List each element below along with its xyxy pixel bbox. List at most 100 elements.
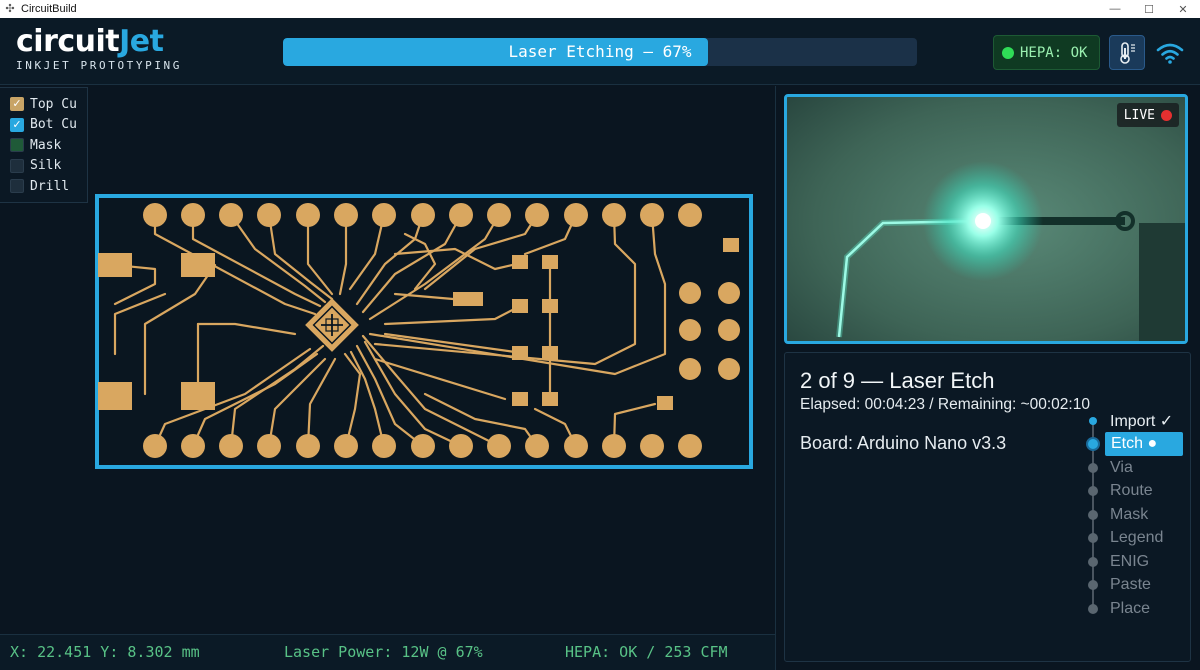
layer-checkbox[interactable] xyxy=(10,179,24,194)
smd-pad xyxy=(453,292,483,306)
step-label: Etch ● xyxy=(1105,432,1183,456)
live-badge: LIVE xyxy=(1116,103,1179,127)
header-pad xyxy=(640,203,664,227)
icsp-pad xyxy=(679,319,701,341)
panel-divider xyxy=(775,86,776,670)
header-pad xyxy=(372,203,396,227)
header-pad xyxy=(296,203,320,227)
layers-panel: ✓ Top Cu ✓ Bot Cu Mask Silk Drill xyxy=(0,87,88,203)
header-pad xyxy=(487,434,511,458)
smd-pad xyxy=(512,255,528,269)
smd-pad xyxy=(542,392,558,406)
pcb-board[interactable] xyxy=(95,194,753,469)
smd-pad xyxy=(181,382,215,410)
header-pad xyxy=(602,434,626,458)
camera-image xyxy=(787,97,1185,341)
smd-pad xyxy=(98,253,132,277)
layer-toggle-silk[interactable]: Silk xyxy=(10,156,87,177)
layer-label: Top Cu xyxy=(30,96,77,112)
layer-toggle-drill[interactable]: Drill xyxy=(10,176,87,197)
app-icon: ✣ xyxy=(5,3,15,15)
thermometer-icon xyxy=(1120,41,1135,64)
logo: circuitJet INKJET PROTOTYPING xyxy=(16,26,196,73)
layer-toggle-mask[interactable]: Mask xyxy=(10,135,87,156)
header-pad xyxy=(487,203,511,227)
step-dot xyxy=(1086,437,1100,451)
smd-pad xyxy=(542,299,558,313)
step-dot xyxy=(1088,580,1098,590)
layer-toggle-top-cu[interactable]: ✓ Top Cu xyxy=(10,94,87,115)
icsp-pad xyxy=(718,282,740,304)
step-dot xyxy=(1088,463,1098,473)
icsp-pad xyxy=(718,319,740,341)
header-pad xyxy=(219,434,243,458)
smd-pad xyxy=(657,396,673,410)
maximize-button[interactable]: ☐ xyxy=(1132,0,1166,18)
header-pad xyxy=(564,434,588,458)
step-label: Route xyxy=(1110,482,1153,499)
window-controls: — ☐ ✕ xyxy=(1098,0,1200,18)
step-label: Import ✓ xyxy=(1110,413,1174,430)
step-label: ENIG xyxy=(1110,553,1150,570)
header-pad xyxy=(296,434,320,458)
header-pad xyxy=(334,203,358,227)
layer-checkbox[interactable] xyxy=(10,138,24,153)
job-step-title: 2 of 9 — Laser Etch xyxy=(800,368,995,393)
layer-checkbox[interactable]: ✓ xyxy=(10,117,24,132)
progress-label: Laser Etching — 67% xyxy=(508,42,692,61)
smd-pad xyxy=(512,299,528,313)
header-pad xyxy=(143,434,167,458)
smd-pad xyxy=(542,255,558,269)
header-pad xyxy=(449,434,473,458)
layer-checkbox[interactable] xyxy=(10,158,24,173)
header-pad xyxy=(334,434,358,458)
icsp-pad xyxy=(679,358,701,380)
live-camera-feed[interactable]: LIVE xyxy=(784,94,1188,344)
header-pad xyxy=(257,434,281,458)
layer-checkbox[interactable]: ✓ xyxy=(10,97,24,112)
temperature-button[interactable] xyxy=(1109,35,1145,70)
status-bar: X: 22.451 Y: 8.302 mm Laser Power: 12W @… xyxy=(0,634,775,670)
layer-label: Bot Cu xyxy=(30,117,77,133)
layer-toggle-bot-cu[interactable]: ✓ Bot Cu xyxy=(10,115,87,136)
smd-pad xyxy=(723,238,739,252)
header-pad xyxy=(181,434,205,458)
step-dot xyxy=(1088,510,1098,520)
smd-pad xyxy=(181,253,215,277)
board-name: Board: Arduino Nano v3.3 xyxy=(800,433,1007,453)
window-titlebar: ✣ CircuitBuild — ☐ ✕ xyxy=(0,0,1200,18)
smd-pad xyxy=(542,346,558,360)
layer-label: Mask xyxy=(30,137,62,153)
header-pad xyxy=(372,434,396,458)
smd-pad xyxy=(98,382,132,410)
step-label: Paste xyxy=(1110,576,1151,593)
cursor-coordinates: X: 22.451 Y: 8.302 mm xyxy=(10,643,200,661)
wifi-button[interactable] xyxy=(1152,36,1188,70)
layer-label: Silk xyxy=(30,158,62,174)
logo-tagline: INKJET PROTOTYPING xyxy=(16,59,183,72)
step-dot xyxy=(1088,533,1098,543)
header-pad xyxy=(181,203,205,227)
hepa-badge-label: HEPA: OK xyxy=(1020,44,1088,61)
step-label: Place xyxy=(1110,600,1151,617)
header-pad xyxy=(411,203,435,227)
pcb-viewer[interactable] xyxy=(95,194,753,469)
header-pad xyxy=(602,203,626,227)
close-button[interactable]: ✕ xyxy=(1166,0,1200,18)
status-ok-dot xyxy=(1002,46,1014,59)
wifi-icon xyxy=(1156,43,1184,64)
minimize-button[interactable]: — xyxy=(1098,0,1132,18)
job-elapsed-time: Elapsed: 00:04:23 / Remaining: ~00:02:10 xyxy=(800,396,1090,413)
step-dot xyxy=(1088,557,1098,567)
header-pad xyxy=(143,203,167,227)
step-label: Via xyxy=(1110,459,1133,476)
header-pad xyxy=(525,203,549,227)
step-dot xyxy=(1089,417,1097,425)
laser-power-status: Laser Power: 12W @ 67% xyxy=(284,643,483,661)
job-progress-bar: Laser Etching — 67% xyxy=(283,38,917,66)
smd-pad xyxy=(512,346,528,360)
hepa-status-badge[interactable]: HEPA: OK xyxy=(993,35,1100,70)
header-pad xyxy=(678,434,702,458)
step-dot xyxy=(1088,486,1098,496)
header-pad xyxy=(564,203,588,227)
